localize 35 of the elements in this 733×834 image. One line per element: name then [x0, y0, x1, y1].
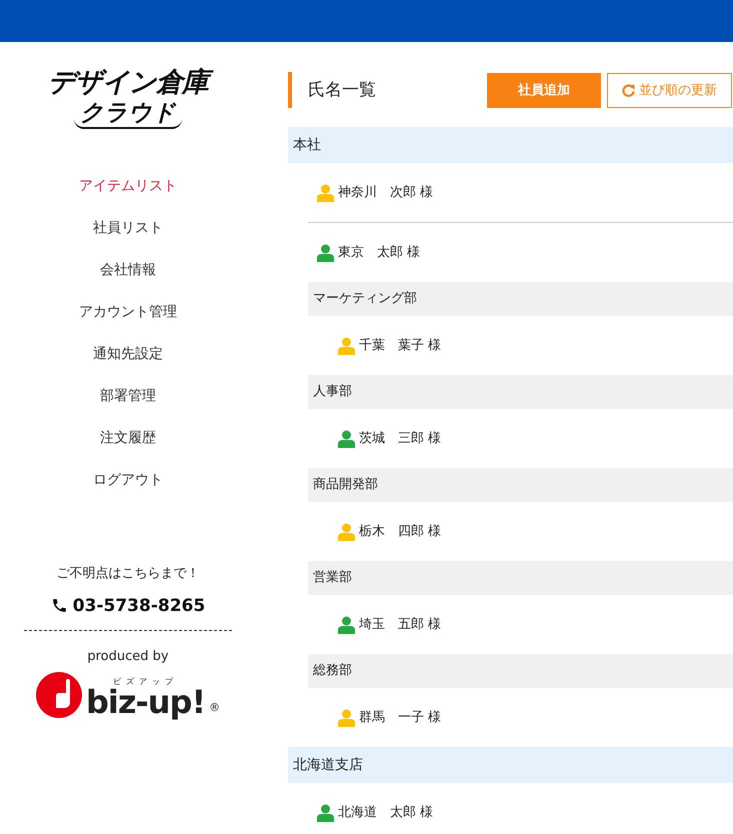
employee-name[interactable]: 茨城 三郎 様 [359, 432, 442, 445]
brand-name: biz-up! [86, 686, 206, 718]
logo-text: クラウド [74, 102, 182, 129]
department-header: 営業部 [308, 561, 733, 595]
nav-link[interactable]: アカウント管理 [79, 290, 177, 333]
department-header: 人事部 [308, 375, 733, 409]
hand-circle-icon [36, 672, 82, 718]
department-header: 総務部 [308, 654, 733, 688]
nav-link[interactable]: アイテムリスト [79, 164, 177, 207]
employee-name[interactable]: 埼玉 五郎 様 [359, 618, 442, 631]
nav-link[interactable]: 社員リスト [93, 206, 163, 249]
produced-by-label: produced by [86, 648, 170, 664]
employee-name[interactable]: 千葉 葉子 様 [359, 339, 442, 352]
nav-link[interactable]: 注文履歴 [100, 416, 156, 459]
brand-kana: ビズアップ [113, 678, 178, 686]
department-header: マーケティング部 [308, 282, 733, 316]
contact-note: ご不明点はこちらまで！ [56, 564, 200, 582]
office-header: 北海道支店 [288, 747, 733, 783]
registered-mark: ® [209, 700, 220, 714]
nav-link[interactable]: 通知先設定 [93, 332, 163, 375]
employee-name[interactable]: 東京 太郎 様 [338, 246, 420, 259]
employee-name[interactable]: 神奈川 次郎 様 [338, 186, 434, 199]
page-title: 氏名一覧 [288, 72, 481, 108]
phone-number: 03-5738-8265 [72, 596, 206, 616]
employee-name[interactable]: 北海道 太郎 様 [338, 806, 434, 819]
nav-link[interactable]: 部署管理 [100, 374, 156, 417]
phone-icon [50, 597, 68, 614]
logo-text: デザイン倉庫 [42, 66, 214, 100]
employee-name[interactable]: 栃木 四郎 様 [359, 525, 442, 538]
department-header: 商品開発部 [308, 468, 733, 502]
nav-link[interactable]: 会社情報 [100, 248, 156, 291]
refresh-icon [622, 84, 635, 96]
employee-name[interactable]: 群馬 一子 様 [359, 711, 442, 724]
nav-link[interactable]: ログアウト [93, 458, 163, 501]
office-header: 本社 [288, 127, 733, 163]
